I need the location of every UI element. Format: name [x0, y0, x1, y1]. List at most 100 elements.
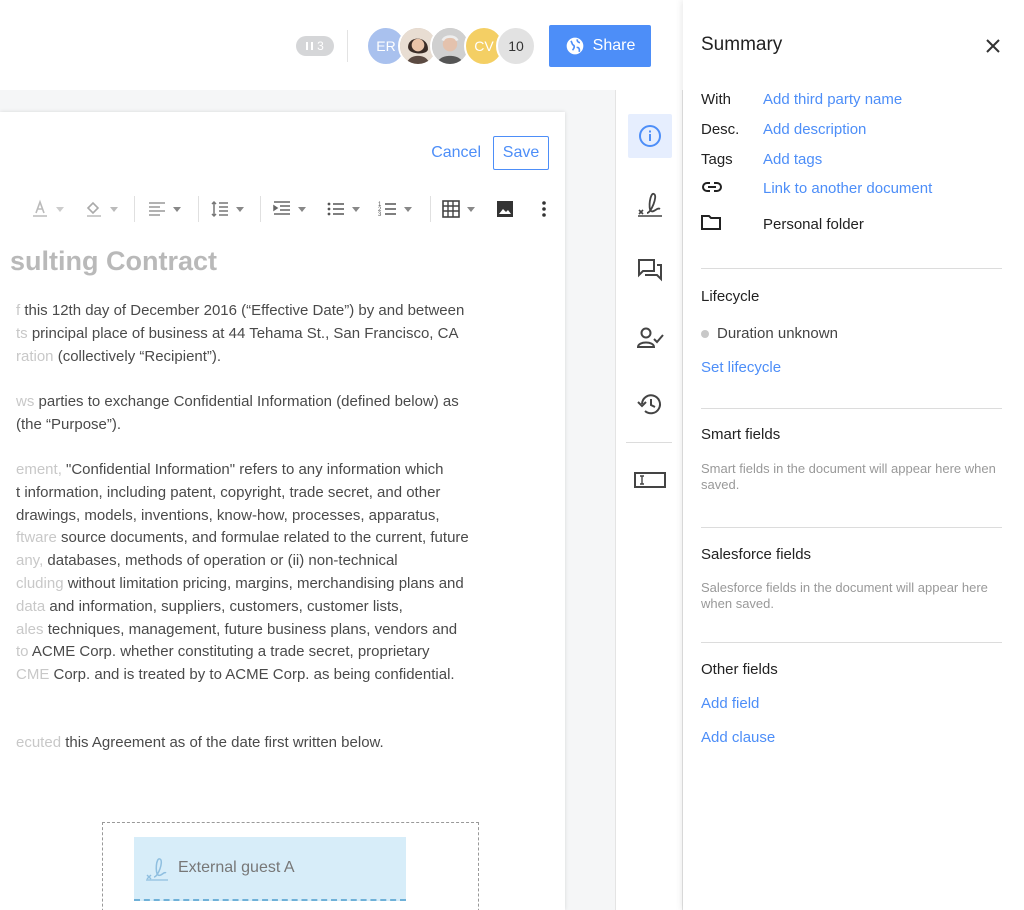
document-line: CME Corp. and is treated by to ACME Corp… [16, 666, 455, 683]
indent-button[interactable] [272, 198, 306, 220]
comments-tab[interactable] [628, 248, 672, 292]
line-spacing-icon [211, 200, 228, 218]
more-collaborators-badge[interactable]: 10 [496, 26, 536, 66]
lifecycle-title: Lifecycle [701, 288, 760, 305]
presence-indicator[interactable]: 3 [296, 36, 334, 56]
line-text: "Confidential Information" refers to any… [61, 461, 444, 478]
salesforce-fields-hint: Salesforce fields in the document will a… [701, 580, 988, 611]
globe-icon [566, 37, 583, 55]
app-root: 3 ER CV 10 Share Cancel Save 1 2 3 sulti… [0, 0, 1024, 910]
line-text: drawings, models, inventions, know-how, … [16, 506, 440, 524]
close-icon [986, 39, 1000, 53]
lifecycle-status-text: Duration unknown [717, 325, 838, 342]
line-text: this 12th day of December 2016 (“Effecti… [20, 302, 465, 319]
approvals-tab[interactable] [628, 316, 672, 360]
signature-field[interactable]: External guest A [134, 837, 406, 901]
bullet-list-button[interactable] [326, 198, 360, 220]
signature-icon [638, 193, 662, 217]
history-tab[interactable] [628, 382, 672, 426]
signatures-tab[interactable] [628, 182, 672, 226]
divider [701, 268, 1002, 269]
divider [198, 196, 199, 222]
text-field-icon [634, 472, 666, 488]
panel-title: Summary [701, 34, 783, 55]
document-line: t information, including patent, copyrig… [16, 484, 440, 501]
align-left-icon [149, 202, 165, 216]
add-description-link[interactable]: Add description [763, 121, 866, 138]
chevron-down-icon [110, 206, 118, 212]
document-line: (the “Purpose”). [16, 416, 121, 433]
add-tags-link[interactable]: Add tags [763, 151, 822, 168]
line-text: this Agreement as of the date first writ… [61, 734, 384, 751]
table-icon [442, 200, 460, 218]
line-faded-text: ement, [16, 461, 62, 478]
format-toolbar: 123 [0, 194, 565, 224]
add-third-party-link[interactable]: Add third party name [763, 91, 902, 108]
insert-table-button[interactable] [441, 198, 475, 220]
info-icon [639, 125, 661, 147]
line-faded-text: ws [16, 393, 35, 410]
divider [430, 196, 431, 222]
document-line: ws parties to exchange Confidential Info… [16, 393, 459, 410]
description-label: Desc. [701, 121, 740, 138]
line-spacing-button[interactable] [210, 198, 244, 220]
history-icon [637, 394, 661, 415]
line-faded-text: CME [16, 666, 50, 684]
line-text: parties to exchange Confidential Informa… [34, 393, 459, 410]
pause-icon [306, 42, 314, 50]
info-tab[interactable] [628, 114, 672, 158]
close-button[interactable] [983, 36, 1003, 56]
numbered-list-button[interactable]: 123 [378, 198, 412, 220]
line-faded-text: data [16, 597, 46, 615]
line-text: principal place of business at 44 Tehama… [27, 324, 459, 342]
save-button[interactable]: Save [493, 136, 549, 170]
folder-icon [701, 215, 721, 230]
status-dot [701, 329, 709, 338]
link-icon-wrap [701, 180, 763, 197]
document-line: ales techniques, management, future busi… [16, 621, 457, 638]
document-line: ftware source documents, and formulae re… [16, 529, 469, 546]
document-page: Cancel Save 1 2 3 sulting Contract f thi… [0, 112, 565, 910]
insert-image-button[interactable] [495, 198, 515, 220]
add-clause-link[interactable]: Add clause [701, 729, 775, 746]
align-button[interactable] [147, 198, 181, 220]
add-field-link[interactable]: Add field [701, 695, 759, 712]
numbered-list-icon: 123 [378, 202, 396, 218]
folder-row: Personal folder [701, 214, 864, 234]
highlight-button[interactable] [84, 198, 118, 220]
divider [701, 642, 1002, 643]
more-options-button[interactable] [538, 198, 550, 220]
line-text: Corp. and is treated by to ACME Corp. as… [49, 666, 455, 684]
person-photo-icon [432, 28, 468, 64]
link-document-link[interactable]: Link to another document [763, 180, 932, 197]
chevron-down-icon [298, 206, 306, 212]
line-text: techniques, management, future business … [43, 620, 458, 638]
document-line: f this 12th day of December 2016 (“Effec… [16, 302, 464, 319]
line-text: (collectively “Recipient”). [53, 347, 222, 365]
line-text: ACME Corp. whether constituting a trade … [28, 643, 430, 661]
approvals-icon [636, 327, 664, 348]
document-line: ration (collectively “Recipient”). [16, 348, 221, 365]
signature-icon [146, 858, 168, 881]
line-faded-text: cluding [16, 575, 64, 592]
smart-fields-hint: Smart fields in the document will appear… [701, 461, 996, 492]
line-faded-text: any, [16, 552, 44, 570]
set-lifecycle-link[interactable]: Set lifecycle [701, 359, 781, 376]
text-color-button[interactable] [30, 198, 64, 220]
line-faded-text: ration [16, 347, 54, 365]
line-faded-text: to [16, 643, 29, 661]
line-text: without limitation pricing, margins, mer… [63, 575, 464, 592]
document-line: ts principal place of business at 44 Teh… [16, 325, 458, 342]
text-field-tab[interactable] [628, 458, 672, 502]
cancel-button[interactable]: Cancel [431, 144, 481, 162]
more-vert-icon [542, 201, 546, 217]
line-text: databases, methods of operation or (ii) … [43, 552, 398, 570]
document-title[interactable]: sulting Contract [10, 246, 217, 277]
chevron-down-icon [173, 206, 181, 212]
with-label: With [701, 91, 731, 108]
other-fields-title: Other fields [701, 661, 778, 678]
folder-name[interactable]: Personal folder [763, 216, 864, 233]
share-button[interactable]: Share [549, 25, 651, 67]
divider [701, 527, 1002, 528]
line-faded-text: ts [16, 324, 28, 342]
